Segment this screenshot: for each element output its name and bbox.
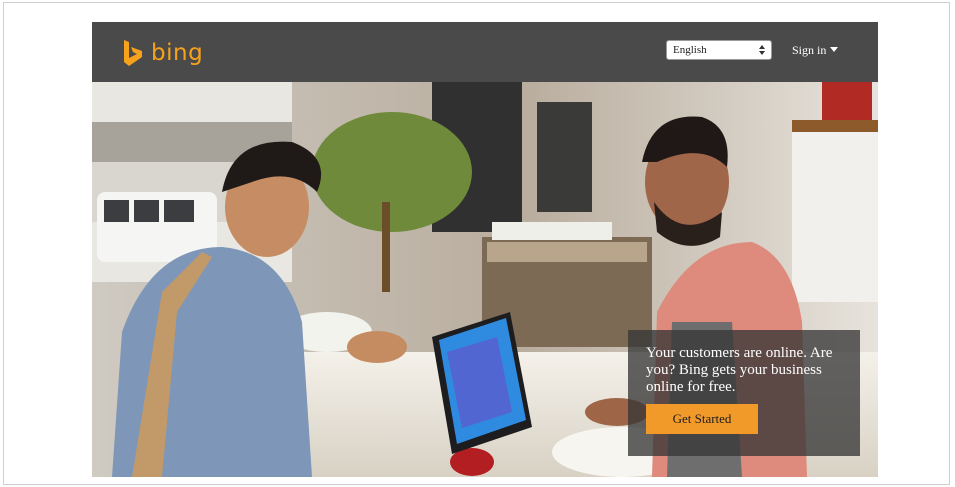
bing-b-logo-icon xyxy=(124,40,142,66)
promo-box: Your customers are online. Are you? Bing… xyxy=(628,330,860,456)
bing-places-site: bing English Sign in Your customers are … xyxy=(92,22,878,477)
sign-in-label: Sign in xyxy=(792,42,827,57)
language-select[interactable]: English xyxy=(666,40,772,60)
bing-logo-link[interactable]: bing xyxy=(122,36,203,70)
select-updown-arrows-icon xyxy=(759,45,765,55)
promo-text: Your customers are online. Are you? Bing… xyxy=(646,345,833,395)
get-started-button[interactable]: Get Started xyxy=(646,404,758,434)
top-bar: bing English Sign in xyxy=(92,22,878,82)
sign-in-menu[interactable]: Sign in xyxy=(792,40,839,60)
language-select-value: English xyxy=(673,44,707,56)
brand-name: bing xyxy=(151,39,204,66)
hero-banner: Your customers are online. Are you? Bing… xyxy=(92,82,878,477)
caret-down-icon xyxy=(830,47,839,52)
